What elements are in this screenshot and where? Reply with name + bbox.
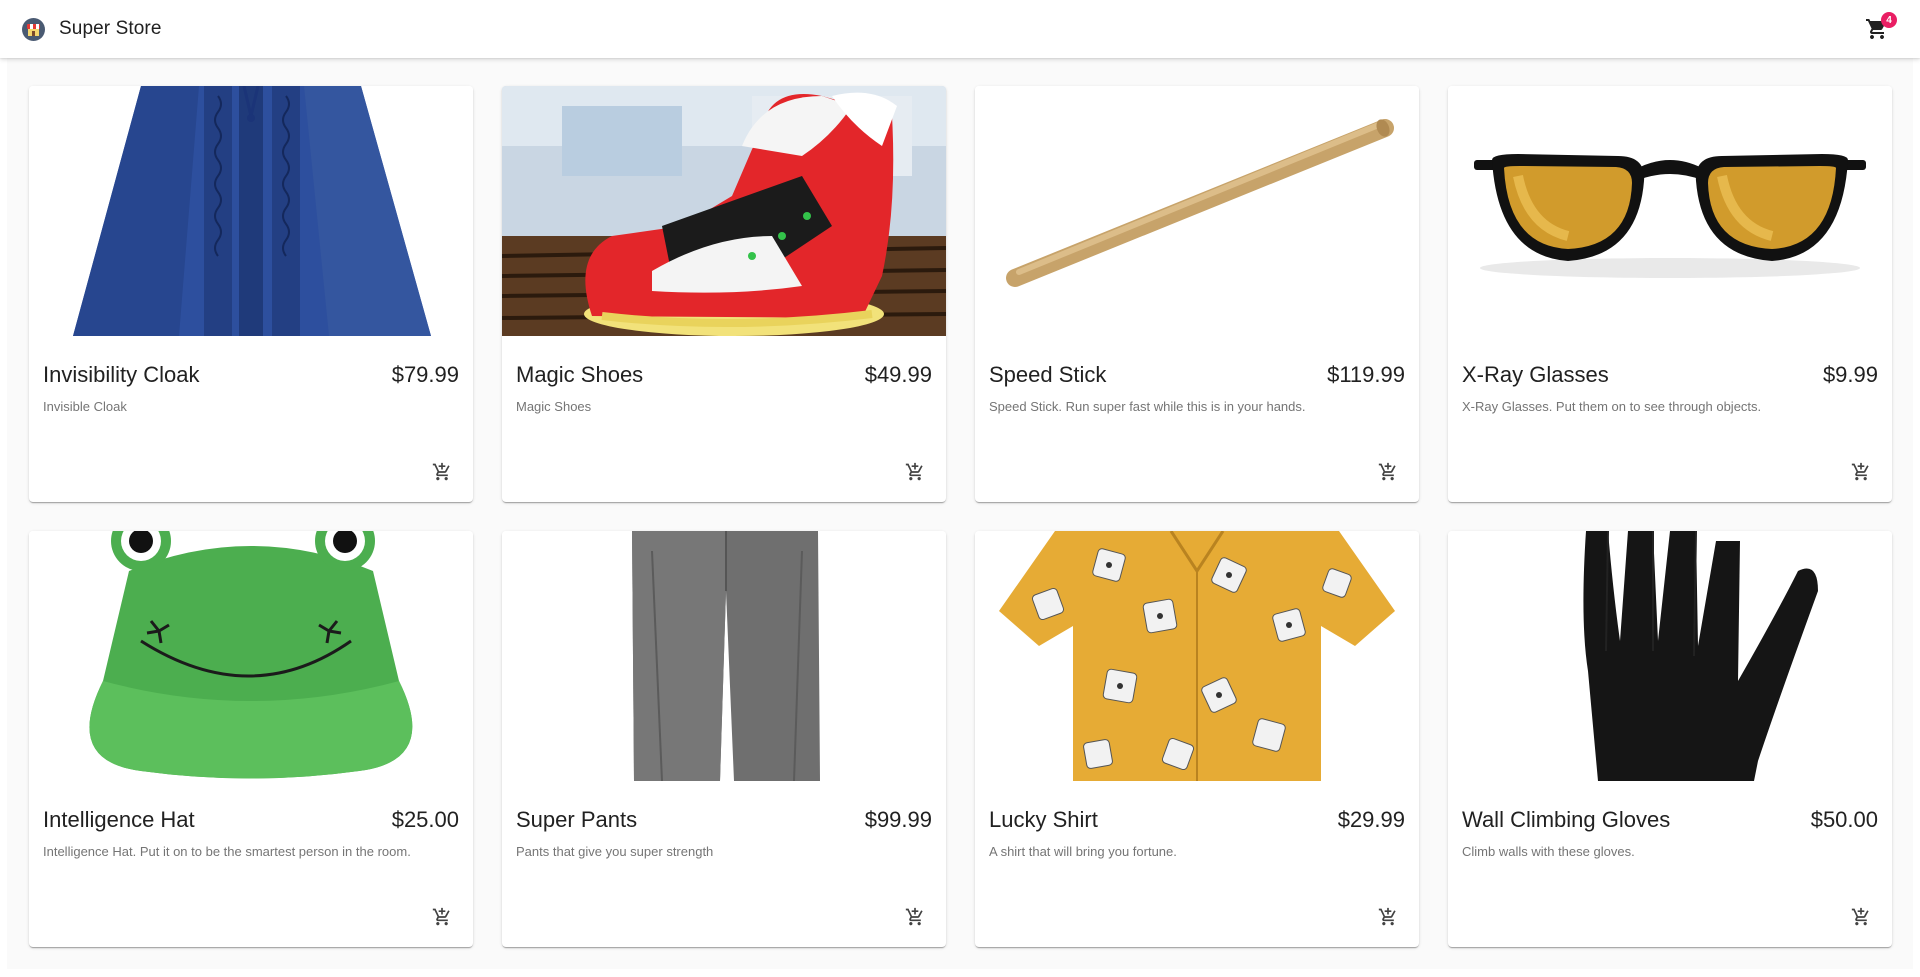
stick-image[interactable] — [975, 86, 1419, 336]
add-shopping-cart-icon — [905, 907, 923, 926]
add-to-cart-button[interactable] — [1372, 901, 1404, 933]
glasses-image[interactable] — [1448, 86, 1892, 336]
product-description: Pants that give you super strength — [516, 844, 714, 859]
product-price: $49.99 — [864, 362, 932, 387]
product-description: A shirt that will bring you fortune. — [989, 844, 1177, 859]
add-shopping-cart-icon — [1378, 462, 1396, 481]
product-card[interactable]: Super Pants $99.99 Pants that give you s… — [502, 531, 946, 947]
product-price: $50.00 — [1810, 807, 1878, 832]
cart-button[interactable]: 4 — [1862, 12, 1897, 44]
product-price: $99.99 — [864, 807, 932, 832]
product-name[interactable]: Magic Shoes — [516, 362, 643, 388]
add-shopping-cart-icon — [432, 907, 450, 926]
product-card[interactable]: Magic Shoes $49.99 Magic Shoes — [502, 86, 946, 502]
product-card[interactable]: Wall Climbing Gloves $50.00 Climb walls … — [1448, 531, 1892, 947]
add-to-cart-button[interactable] — [1845, 901, 1877, 933]
product-name[interactable]: Wall Climbing Gloves — [1462, 807, 1670, 833]
product-description: Climb walls with these gloves. — [1462, 844, 1635, 859]
add-to-cart-button[interactable] — [426, 901, 458, 933]
cart-count-badge: 4 — [1881, 12, 1897, 28]
add-shopping-cart-icon — [1851, 907, 1869, 926]
product-price: $29.99 — [1337, 807, 1405, 832]
product-name[interactable]: Speed Stick — [989, 362, 1106, 388]
shoe-image[interactable] — [502, 86, 946, 336]
cloak-image[interactable] — [29, 86, 473, 336]
add-to-cart-button[interactable] — [1845, 456, 1877, 488]
product-grid: Invisibility Cloak $79.99 Invisible Cloa… — [7, 58, 1913, 969]
product-card[interactable]: Intelligence Hat $25.00 Intelligence Hat… — [29, 531, 473, 947]
app-title: Super Store — [59, 18, 162, 39]
add-to-cart-button[interactable] — [899, 901, 931, 933]
add-to-cart-button[interactable] — [1372, 456, 1404, 488]
product-name[interactable]: Invisibility Cloak — [43, 362, 200, 388]
add-to-cart-button[interactable] — [899, 456, 931, 488]
product-card[interactable]: Speed Stick $119.99 Speed Stick. Run sup… — [975, 86, 1419, 502]
add-shopping-cart-icon — [432, 462, 450, 481]
pants-image[interactable] — [502, 531, 946, 781]
product-description: Intelligence Hat. Put it on to be the sm… — [43, 844, 411, 859]
dice-shirt-image[interactable] — [975, 531, 1419, 781]
product-name[interactable]: Intelligence Hat — [43, 807, 195, 833]
product-description: Invisible Cloak — [43, 399, 127, 414]
brand[interactable]: Super Store — [22, 17, 162, 41]
product-card[interactable]: X-Ray Glasses $9.99 X-Ray Glasses. Put t… — [1448, 86, 1892, 502]
product-description: X-Ray Glasses. Put them on to see throug… — [1462, 399, 1762, 414]
product-card[interactable]: Lucky Shirt $29.99 A shirt that will bri… — [975, 531, 1419, 947]
frog-hat-image[interactable] — [29, 531, 473, 781]
product-description: Speed Stick. Run super fast while this i… — [989, 399, 1306, 414]
app-bar: Super Store 4 — [0, 0, 1920, 58]
product-name[interactable]: X-Ray Glasses — [1462, 362, 1609, 388]
add-shopping-cart-icon — [905, 462, 923, 481]
add-shopping-cart-icon — [1851, 462, 1869, 481]
product-price: $9.99 — [1822, 362, 1878, 387]
store-logo-icon — [22, 17, 45, 41]
product-description: Magic Shoes — [516, 399, 592, 414]
product-price: $25.00 — [391, 807, 459, 832]
product-name[interactable]: Lucky Shirt — [989, 807, 1098, 833]
product-price: $79.99 — [391, 362, 459, 387]
add-to-cart-button[interactable] — [426, 456, 458, 488]
product-price: $119.99 — [1327, 362, 1405, 387]
product-name[interactable]: Super Pants — [516, 807, 637, 833]
add-shopping-cart-icon — [1378, 907, 1396, 926]
product-card[interactable]: Invisibility Cloak $79.99 Invisible Cloa… — [29, 86, 473, 502]
glove-image[interactable] — [1448, 531, 1892, 781]
